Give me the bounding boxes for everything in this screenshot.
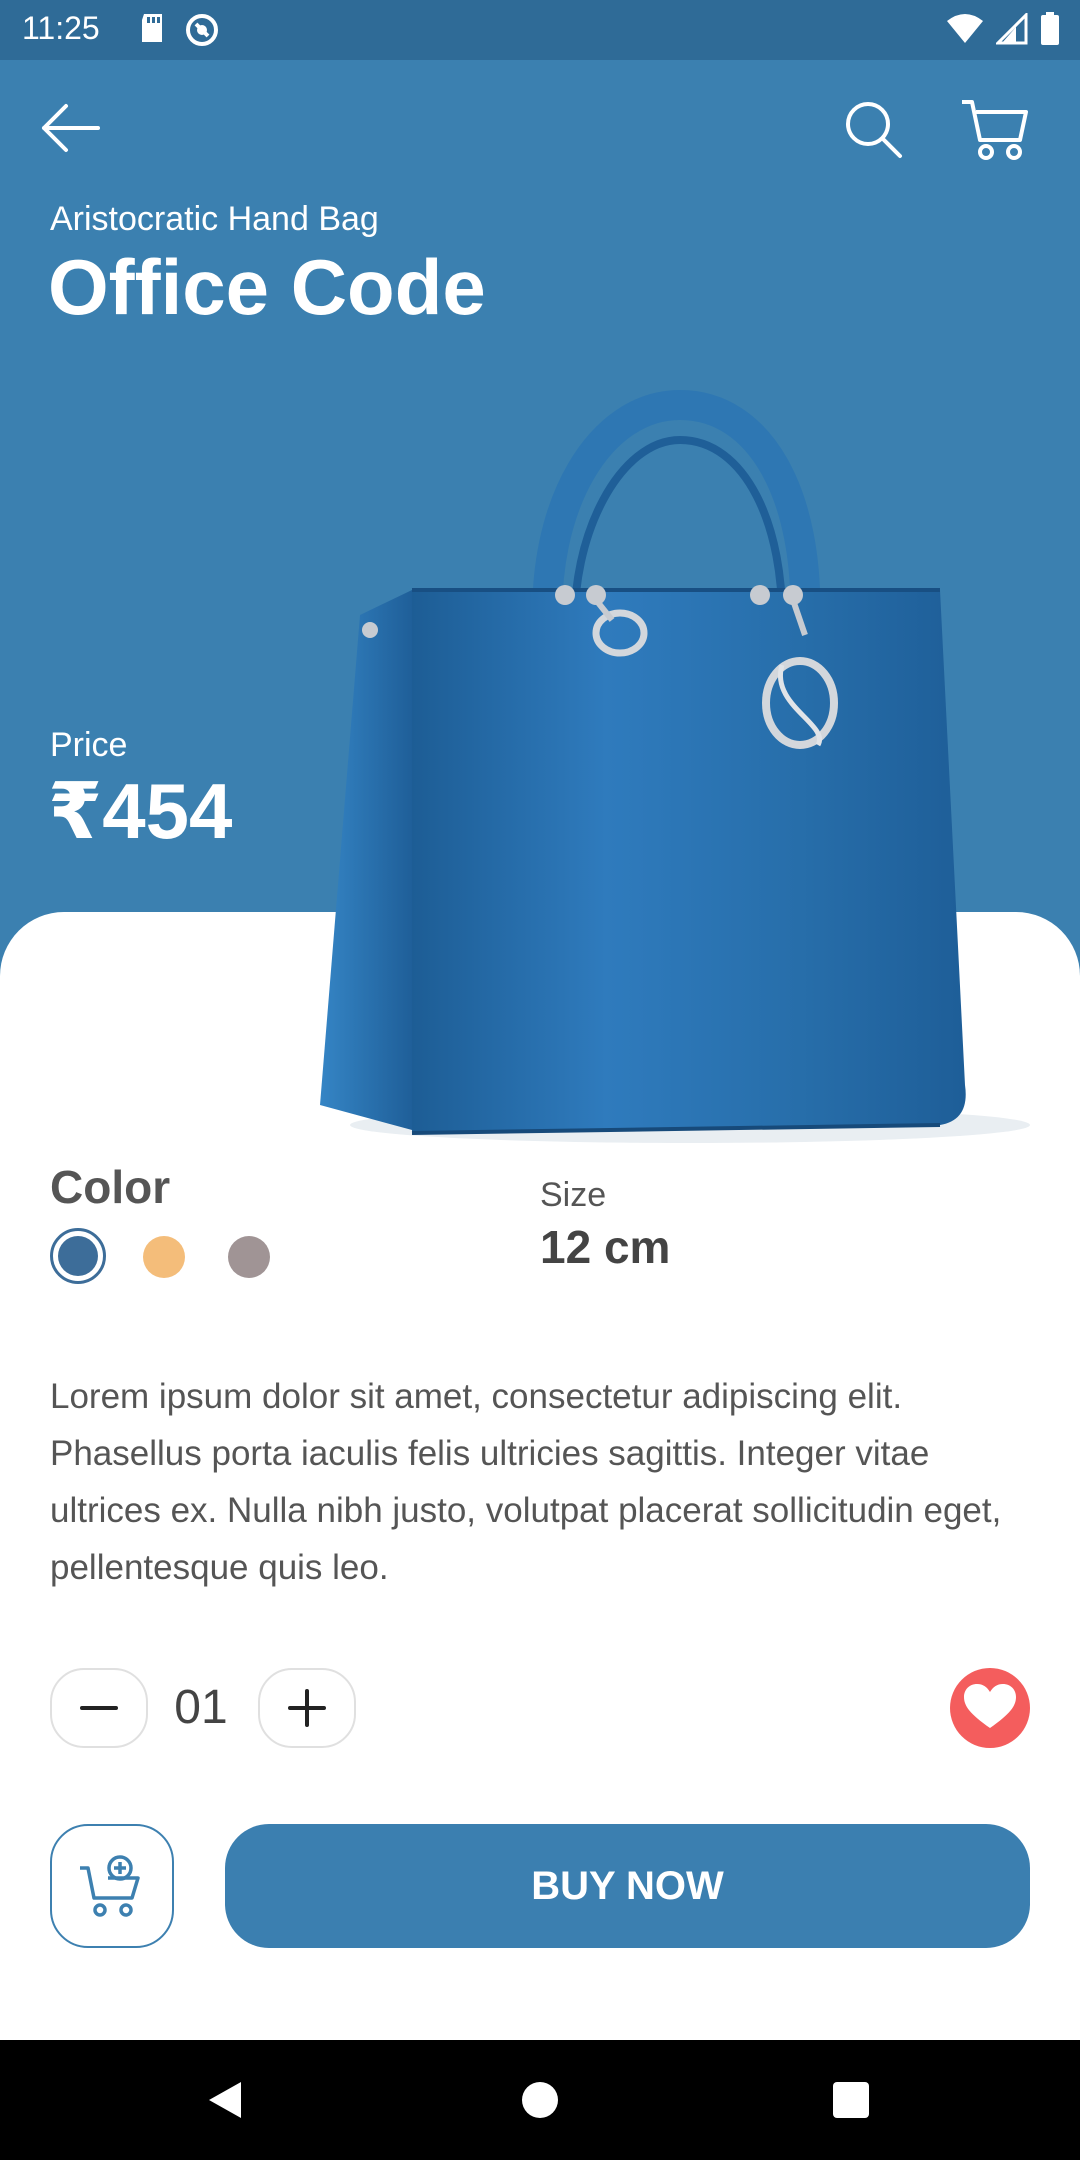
increase-quantity-button[interactable] (258, 1668, 356, 1748)
status-time: 11:25 (22, 10, 100, 46)
back-button[interactable] (36, 98, 106, 158)
price-value: ₹454 (48, 767, 233, 855)
color-swatch-gray[interactable] (228, 1236, 270, 1278)
add-to-cart-button[interactable] (50, 1824, 174, 1948)
minus-icon (80, 1706, 118, 1710)
heart-icon (964, 1684, 1016, 1728)
battery-icon (1040, 12, 1060, 51)
color-label: Color (50, 1161, 171, 1213)
decrease-quantity-button[interactable] (50, 1668, 148, 1748)
price-label: Price (50, 726, 128, 764)
arrow-left-icon (42, 104, 100, 152)
status-bar: 11:25 (0, 0, 1080, 60)
search-button[interactable] (842, 98, 904, 160)
plus-icon (288, 1689, 326, 1727)
nav-recents-icon[interactable] (833, 2082, 869, 2118)
favorite-button[interactable] (950, 1668, 1030, 1748)
data-saver-icon (184, 12, 220, 53)
cart-add-icon (80, 1855, 140, 1917)
product-title: Office Code (48, 243, 486, 331)
quantity-value: 01 (174, 1681, 228, 1734)
cart-button[interactable] (958, 96, 1030, 162)
product-description: Lorem ipsum dolor sit amet, consectetur … (50, 1377, 1002, 1587)
nav-home-icon[interactable] (522, 2082, 558, 2118)
cart-icon (962, 100, 1028, 160)
buy-now-button[interactable]: BUY NOW (225, 1824, 1030, 1948)
signal-icon (994, 11, 1028, 50)
size-label: Size (540, 1176, 607, 1214)
size-value: 12 cm (540, 1221, 671, 1273)
product-category: Aristocratic Hand Bag (50, 200, 379, 238)
handbag-image (320, 389, 1030, 1143)
search-icon (846, 102, 902, 158)
color-swatch-blue[interactable] (50, 1228, 106, 1284)
sd-card-icon (138, 12, 166, 53)
color-swatch-orange[interactable] (143, 1236, 185, 1278)
wifi-icon (946, 13, 984, 50)
nav-back-icon[interactable] (205, 2080, 245, 2125)
